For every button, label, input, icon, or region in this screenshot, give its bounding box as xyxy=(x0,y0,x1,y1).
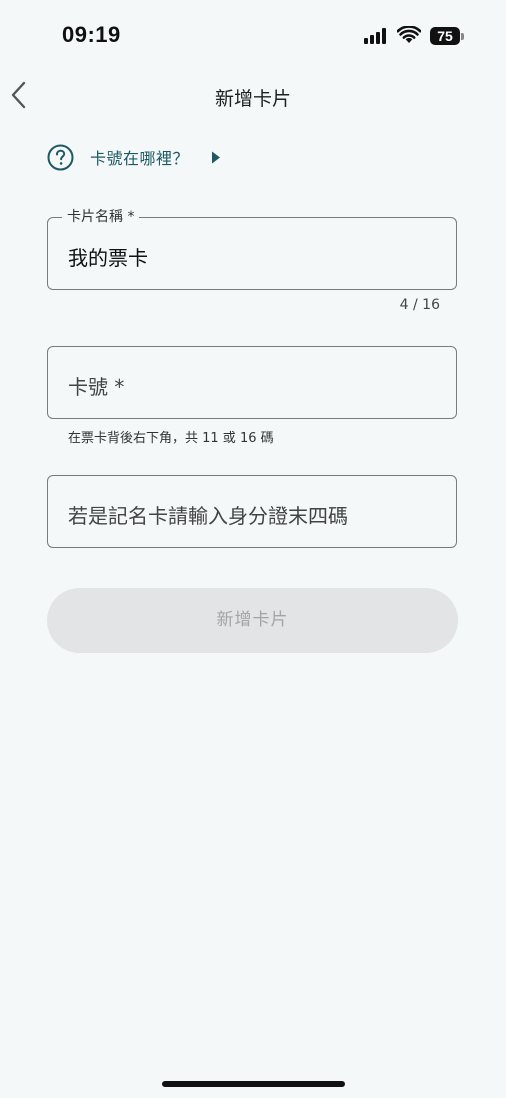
card-name-field[interactable]: 卡片名稱 * 我的票卡 xyxy=(47,208,457,290)
card-number-help-link[interactable]: 卡號在哪裡？ xyxy=(47,142,221,172)
add-card-button[interactable]: 新增卡片 xyxy=(47,588,458,653)
id-last-four-field[interactable]: 若是記名卡請輸入身分證末四碼 xyxy=(47,475,457,548)
question-circle-icon xyxy=(47,144,74,170)
caret-right-icon xyxy=(212,151,221,163)
battery-level: 75 xyxy=(437,28,453,44)
card-number-field[interactable]: 卡號 * xyxy=(47,346,457,419)
nav-bar: 新增卡片 xyxy=(0,72,506,122)
battery-icon: 75 xyxy=(430,27,460,45)
status-time: 09:19 xyxy=(62,22,121,47)
battery-tip xyxy=(461,33,464,40)
card-number-helper-text: 在票卡背後右下角，共 11 或 16 碼 xyxy=(68,431,274,446)
card-name-label: 卡片名稱 * xyxy=(62,208,140,226)
card-name-char-counter: 4 / 16 xyxy=(399,297,440,313)
page-title: 新增卡片 xyxy=(214,88,291,110)
card-number-placeholder: 卡號 * xyxy=(68,375,125,399)
wifi-icon xyxy=(397,26,421,43)
home-indicator[interactable] xyxy=(162,1081,345,1087)
status-bar: 09:19 75 xyxy=(0,0,506,70)
help-link-label: 卡號在哪裡？ xyxy=(90,149,190,168)
id-last-four-placeholder: 若是記名卡請輸入身分證末四碼 xyxy=(68,504,348,528)
cellular-signal-icon xyxy=(364,28,388,44)
card-name-value: 我的票卡 xyxy=(68,246,148,270)
